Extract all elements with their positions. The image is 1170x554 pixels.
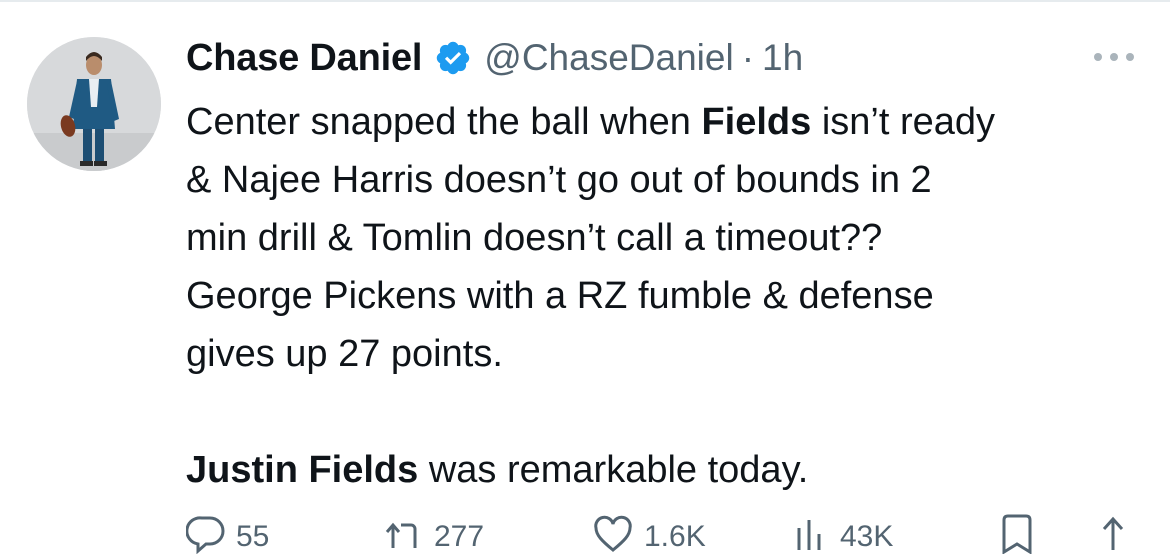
share-button[interactable] — [1094, 514, 1134, 554]
share-icon — [1094, 514, 1134, 554]
avatar[interactable] — [27, 37, 161, 171]
reply-button[interactable]: 55 — [186, 514, 269, 554]
top-divider — [0, 0, 1170, 2]
like-button[interactable]: 1.6K — [592, 514, 706, 554]
tweet-line-3: min drill & Tomlin doesn’t call a timeou… — [186, 217, 883, 259]
tweet-line-5: gives up 27 points. — [186, 333, 503, 375]
bookmark-button[interactable] — [998, 514, 1038, 554]
like-count: 1.6K — [644, 520, 706, 553]
tweet-line-1: Center snapped the ball when Fields isn’… — [186, 93, 1156, 151]
tweet-text-segment: Center snapped the ball when — [186, 101, 702, 143]
more-options-icon[interactable] — [1090, 44, 1138, 70]
separator-dot: · — [741, 37, 755, 78]
tweet-header: Chase Daniel @ChaseDaniel · 1h — [186, 34, 803, 82]
author-name[interactable]: Chase Daniel — [186, 37, 422, 80]
reply-count: 55 — [236, 520, 270, 553]
retweet-icon — [384, 514, 424, 554]
reply-icon — [186, 514, 226, 554]
verified-badge-icon — [434, 39, 472, 77]
tweet-line-4: George Pickens with a RZ fumble & defens… — [186, 275, 934, 317]
heart-icon — [592, 514, 634, 554]
bookmark-icon — [998, 514, 1038, 554]
tweet-timestamp[interactable]: 1h — [762, 37, 803, 79]
bold-mention-fields: Fields — [701, 101, 812, 143]
views-count: 43K — [840, 520, 894, 553]
author-handle[interactable]: @ChaseDaniel — [484, 37, 733, 79]
bold-mention-justin-fields: Justin Fields — [186, 449, 419, 491]
action-bar: 55 277 1.6K 43K — [0, 514, 1170, 554]
tweet-text-segment: was remarkable today. — [418, 449, 809, 491]
tweet-text-segment: isn’t ready — [811, 101, 996, 143]
tweet-line-2: & Najee Harris doesn’t go out of bounds … — [186, 159, 932, 201]
tweet-text: Center snapped the ball when Fields isn’… — [186, 93, 1156, 499]
views-icon — [790, 514, 830, 554]
views-button[interactable]: 43K — [790, 514, 893, 554]
retweet-button[interactable]: 277 — [384, 514, 484, 554]
tweet-line-6: Justin Fields was remarkable today. — [186, 441, 1156, 499]
retweet-count: 277 — [434, 520, 485, 553]
